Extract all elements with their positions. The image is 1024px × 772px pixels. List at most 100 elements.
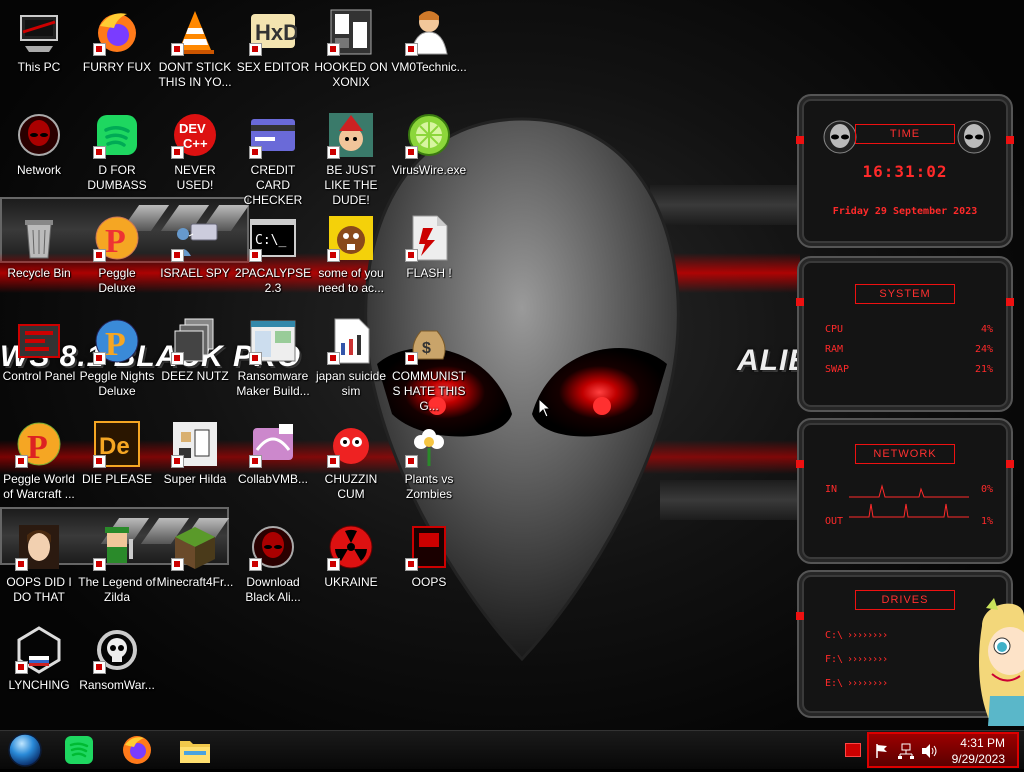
desktop-icon[interactable]: P Peggle Nights Deluxe [78,311,156,411]
alien-head-icon [823,120,857,154]
volume-icon[interactable] [921,743,939,759]
desktop-icon[interactable]: CREDIT CARD CHECKER [234,105,312,207]
grass-block-icon [171,523,219,571]
desktop-icon[interactable]: Recycle Bin [0,208,78,308]
desktop-icon[interactable]: OOPS [390,517,468,617]
desktop-icon-label: RansomWar... [79,678,155,692]
desktop-icon[interactable]: D FOR DUMBASS [78,105,156,205]
desktop-icon[interactable]: Network [0,105,78,205]
desktop-icon[interactable]: Ransomware Maker Build... [234,311,312,411]
firefox-icon [123,736,151,764]
taskbar-firefox-button[interactable] [116,733,158,767]
pixel-hero-icon [93,523,141,571]
desktop-icon[interactable]: some of you need to ac... [312,208,390,308]
time-gadget-clock: 16:31:02 [862,162,948,181]
desktop-icon-label: japan suicide sim [315,369,387,398]
desktop-icon[interactable]: C:\_ 2PACALYPSE 2.3 [234,208,312,308]
portrait-icon [15,523,63,571]
desktop-icon[interactable]: DEEZ NUTZ [156,311,234,411]
system-row-ram: RAM 24% [825,344,993,355]
desktop-icon[interactable]: Super Hilda [156,414,234,514]
desktop-icon[interactable]: japan suicide sim [312,311,390,411]
shortcut-arrow-icon [93,146,106,159]
desktop-icon[interactable]: BE JUST LIKE THE DUDE! [312,105,390,207]
time-gadget-header: TIME [855,124,955,144]
drive-row-f: F:\››››››››1 [825,654,993,665]
elf-icon [327,111,375,159]
shortcut-arrow-icon [15,661,28,674]
desktop-icon[interactable]: P Peggle Deluxe [78,208,156,308]
doctor-icon [405,8,453,56]
tray-clock-time[interactable]: 4:31 PM [960,736,1005,750]
action-center-flag-icon[interactable] [875,743,889,759]
desktop-icon[interactable]: Minecraft4Fr... [156,517,234,617]
tray-clock-date[interactable]: 9/29/2023 [952,752,1005,766]
chuzzle-icon [327,420,375,468]
svg-text:P: P [105,223,126,260]
desktop-icon[interactable]: CHUZZIN CUM [312,414,390,514]
pixel-dog-icon [171,420,219,468]
desktop-icon[interactable]: CollabVMB... [234,414,312,514]
desktop-icon[interactable]: OOPS DID I DO THAT [0,517,78,617]
desktop-icon[interactable]: FLASH ! [390,208,468,308]
desktop-icon-label: NEVER USED! [174,163,216,192]
svg-text:C++: C++ [183,136,208,151]
desktop-icon[interactable]: LYNCHING [0,620,78,720]
desktop-icon[interactable]: VM0Technic... [390,2,468,102]
time-gadget[interactable]: TIME 16:31:02 Friday 29 September 2023 [796,94,1014,248]
red-book-icon [405,523,453,571]
network-status-icon[interactable] [897,743,915,759]
shortcut-arrow-icon [405,455,418,468]
desktop-icon[interactable]: RansomWar... [78,620,156,720]
limewire-icon [405,111,453,159]
desktop-icon[interactable]: FURRY FUX [78,2,156,102]
network-gadget-header: NETWORK [855,444,955,464]
svg-text:DEV: DEV [179,121,206,136]
desktop-icon[interactable]: Control Panel [0,311,78,411]
taskbar-explorer-button[interactable] [174,733,216,767]
spotify-icon [65,736,93,764]
drives-gadget-header: DRIVES [855,590,955,610]
shortcut-arrow-icon [327,455,340,468]
desktop-icon[interactable]: UKRAINE [312,517,390,617]
computer-icon [15,8,63,56]
start-button[interactable] [4,733,46,767]
desktop-icon[interactable]: This PC [0,2,78,102]
desktop-icon[interactable]: HxD SEX EDITOR [234,2,312,102]
desktop-icon[interactable]: VirusWire.exe [390,105,468,205]
desktop-icon-label: HOOKED ON XONIX [314,60,388,89]
skull-ring-icon [93,626,141,674]
taskbar-spotify-button[interactable] [58,733,100,767]
shortcut-arrow-icon [171,352,184,365]
alien-orb-icon [249,523,297,571]
window-stack-icon [171,317,219,365]
desktop-icon-label: This PC [17,60,61,74]
shortcut-arrow-icon [171,558,184,571]
desktop-icon-label: Ransomware Maker Build... [236,369,310,398]
shortcut-arrow-icon [15,558,28,571]
desktop-icon-label: Network [16,163,61,177]
control-panel-icon [15,317,63,365]
desktop-icon-label: Super Hilda [163,472,227,486]
shortcut-arrow-icon [93,249,106,262]
desktop-icon[interactable]: ISRAEL SPY [156,208,234,308]
desktop-icon[interactable]: Download Black Ali... [234,517,312,617]
desktop-icon[interactable]: $ COMMUNISTS HATE THIS G... [390,311,468,413]
system-tray: 4:31 PM 9/29/2023 [867,732,1019,768]
desktop-icon[interactable]: DONT STICK THIS IN YO... [156,2,234,102]
start-orb-icon [8,733,42,767]
desktop-icon[interactable]: The Legend of Zilda [78,517,156,617]
collab-icon [249,420,297,468]
desktop-icon[interactable]: DEV C++ NEVER USED! [156,105,234,205]
desktop-icon[interactable]: De DIE PLEASE [78,414,156,514]
desktop-icon[interactable]: P Peggle World of Warcraft ... [0,414,78,514]
tray-flag-alert-icon[interactable] [845,743,861,757]
desktop-icon-label: Plants vs Zombies [404,472,454,501]
network-out-graph [849,503,969,518]
desktop-icon[interactable]: HOOKED ON XONIX [312,2,390,102]
system-gadget[interactable]: SYSTEM CPU 4% RAM 24% SWAP 21% [796,256,1014,412]
network-gadget[interactable]: NETWORK IN 0% OUT 1% [796,418,1014,564]
desktop-icon-label: Control Panel [2,369,76,383]
hxd-icon: HxD [249,8,299,56]
desktop-icon[interactable]: Plants vs Zombies [390,414,468,514]
